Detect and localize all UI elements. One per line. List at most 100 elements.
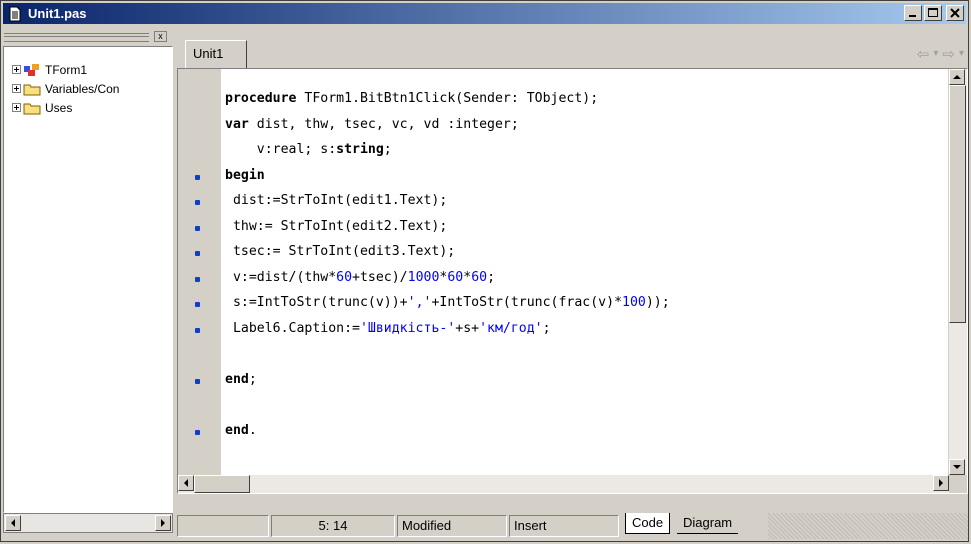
folder-icon: [23, 103, 41, 114]
code-literal: 60: [471, 269, 488, 285]
code-token: v:=dist/(thw*: [225, 269, 337, 285]
code-line[interactable]: s:=IntToStr(trunc(v))+','+IntToStr(trunc…: [225, 295, 670, 320]
code-token: ;: [487, 269, 496, 285]
executable-line-marker-icon[interactable]: [195, 174, 200, 180]
code-token: thw:= StrToInt(edit2.Text);: [225, 218, 448, 234]
status-bar: [177, 475, 968, 501]
arrow-left-icon: [11, 519, 15, 527]
code-literal: 1000: [407, 269, 440, 285]
code-explorer: TForm1 Variables/Con Uses: [3, 46, 173, 513]
executable-line-marker-icon[interactable]: [195, 225, 200, 231]
form-icon: [24, 63, 39, 76]
status-filler: [768, 513, 968, 539]
tree-item-label: TForm1: [45, 62, 87, 77]
code-literal: 100: [622, 295, 646, 310]
status-panel-empty: [177, 515, 269, 537]
code-token: ;: [383, 142, 392, 157]
code-keyword: end: [225, 422, 249, 438]
cursor-position: 5: 14: [271, 515, 395, 537]
window-title: Unit1.pas: [28, 6, 87, 21]
modified-indicator: Modified: [397, 515, 507, 537]
code-literal: 60: [336, 269, 353, 285]
tree-item-uses[interactable]: Uses: [12, 98, 119, 117]
minimize-icon: [909, 15, 916, 17]
explorer-close-button[interactable]: x: [154, 31, 167, 42]
history-nav: ⇦ ▾ ⇨ ▾: [917, 45, 964, 63]
arrow-up-icon: [953, 75, 961, 79]
code-token: dist, thw, tsec, vc, vd :integer;: [248, 116, 519, 132]
code-line[interactable]: end.: [225, 423, 257, 448]
code-token: TForm1.BitBtn1Click(Sender: TObject);: [296, 91, 599, 106]
editor-tabstrip: Unit1 ⇦ ▾ ⇨ ▾: [177, 28, 968, 70]
code-token: v:real; s:: [225, 142, 337, 157]
tree-item-tform1[interactable]: TForm1: [12, 60, 119, 79]
maximize-button[interactable]: [924, 5, 942, 21]
tab-diagram[interactable]: Diagram: [677, 513, 739, 534]
code-token: *: [463, 269, 472, 285]
editor-gutter[interactable]: [178, 69, 222, 493]
code-keyword: begin: [225, 167, 265, 183]
code-line[interactable]: procedure TForm1.BitBtn1Click(Sender: TO…: [225, 91, 598, 116]
executable-line-marker-icon[interactable]: [195, 302, 200, 307]
code-editor[interactable]: procedure TForm1.BitBtn1Click(Sender: TO…: [177, 68, 968, 494]
code-line[interactable]: end;: [225, 372, 257, 397]
back-arrow-icon[interactable]: ⇦: [917, 45, 930, 63]
scroll-up-button[interactable]: [949, 69, 965, 85]
status-bar: 5: 14 Modified Insert Code Diagram: [177, 513, 968, 541]
executable-line-marker-icon[interactable]: [195, 276, 200, 282]
tree-item-label: Variables/Con: [45, 81, 120, 96]
maximize-icon: [928, 8, 938, 17]
code-token: tsec:= StrToInt(edit3.Text);: [225, 244, 456, 259]
title-bar[interactable]: Unit1.pas: [3, 3, 966, 24]
dropdown-icon[interactable]: ▾: [933, 48, 938, 63]
arrow-down-icon: [953, 465, 961, 469]
editor-pane: Unit1 ⇦ ▾ ⇨ ▾ procedure TForm1.BitBtn1Cl…: [177, 28, 968, 513]
vertical-scrollbar[interactable]: [948, 69, 967, 475]
scroll-right-button[interactable]: [155, 515, 171, 531]
arrow-right-icon: [161, 519, 165, 527]
dropdown-icon[interactable]: ▾: [959, 48, 964, 63]
explorer-hscrollbar[interactable]: [3, 513, 173, 533]
tree-item-label: Uses: [45, 100, 73, 115]
tree-item-variables[interactable]: Variables/Con: [12, 79, 119, 98]
scroll-left-button[interactable]: [5, 515, 21, 531]
code-token: .: [248, 422, 257, 438]
expand-icon[interactable]: [12, 65, 21, 74]
tab-code[interactable]: Code: [625, 513, 671, 534]
code-line[interactable]: var dist, thw, tsec, vc, vd :integer;: [225, 117, 519, 142]
code-token: +IntToStr(trunc(frac(v)*: [431, 295, 623, 310]
tab-unit1[interactable]: Unit1: [185, 40, 247, 70]
code-line[interactable]: dist:=StrToInt(edit1.Text);: [225, 193, 447, 218]
forward-arrow-icon[interactable]: ⇨: [942, 45, 955, 63]
close-icon: [950, 8, 960, 18]
scroll-down-button[interactable]: [949, 459, 965, 475]
minimize-button[interactable]: [904, 5, 922, 21]
executable-line-marker-icon[interactable]: [195, 251, 200, 256]
code-token: ;: [248, 371, 257, 387]
expand-icon[interactable]: [12, 103, 21, 112]
code-token: +tsec)/: [352, 269, 408, 285]
executable-line-marker-icon[interactable]: [195, 200, 200, 205]
code-token: s:=IntToStr(trunc(v))+: [225, 295, 408, 310]
code-line[interactable]: thw:= StrToInt(edit2.Text);: [225, 219, 447, 244]
code-line[interactable]: v:=dist/(thw*60+tsec)/1000*60*60;: [225, 270, 495, 295]
vertical-scroll-thumb[interactable]: [949, 85, 966, 323]
code-literal: 60: [447, 269, 464, 285]
explorer-grip[interactable]: x: [4, 31, 167, 43]
folder-icon: [23, 84, 41, 95]
executable-line-marker-icon[interactable]: [195, 429, 200, 435]
expand-icon[interactable]: [12, 84, 21, 93]
executable-line-marker-icon[interactable]: [195, 327, 200, 333]
code-token: ;: [542, 320, 551, 336]
code-line[interactable]: tsec:= StrToInt(edit3.Text);: [225, 244, 455, 269]
code-line[interactable]: begin: [225, 168, 265, 193]
code-line[interactable]: v:real; s:string;: [225, 142, 392, 167]
code-keyword: var: [225, 116, 249, 132]
code-token: Label6.Caption:=: [225, 320, 360, 336]
code-line[interactable]: Label6.Caption:='Швидкість-'+s+'км/год';: [225, 321, 551, 346]
code-keyword: end: [225, 371, 249, 387]
code-token: dist:=StrToInt(edit1.Text);: [225, 193, 448, 208]
editor-window: Unit1.pas x TForm1 Variables/Con Uses Un…: [0, 0, 969, 542]
close-button[interactable]: [946, 5, 964, 21]
executable-line-marker-icon[interactable]: [195, 378, 200, 384]
